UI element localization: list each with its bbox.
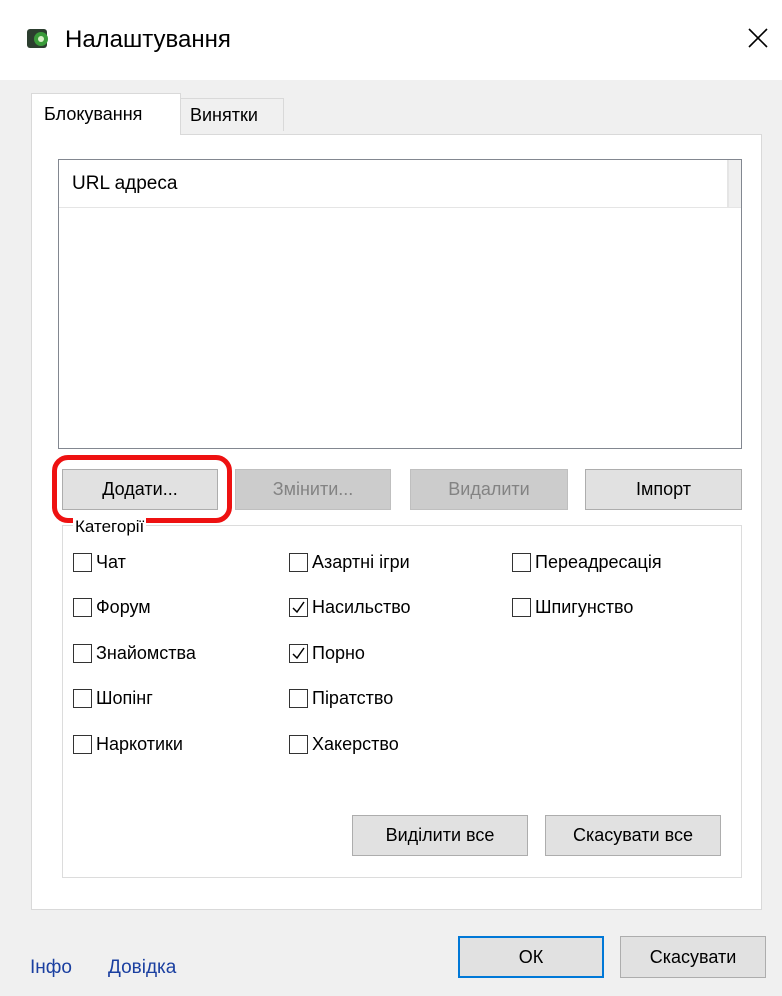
checkbox-shopping[interactable]: Шопінг [73, 688, 153, 709]
checkbox-label: Азартні ігри [312, 552, 410, 572]
close-icon[interactable] [740, 20, 776, 56]
ok-button[interactable]: ОК [458, 936, 604, 978]
url-list[interactable]: URL адреса [58, 159, 742, 449]
checkbox-chat[interactable]: Чат [73, 552, 126, 573]
tab-exceptions[interactable]: Винятки [180, 98, 284, 131]
import-button[interactable]: Імпорт [585, 469, 742, 510]
checkbox-box[interactable] [289, 598, 308, 617]
checkbox-label: Шпигунство [535, 597, 634, 617]
column-header-filler [729, 160, 741, 208]
checkbox-hacking[interactable]: Хакерство [289, 734, 399, 755]
checkbox-label: Знайомства [96, 643, 196, 663]
checkbox-piracy[interactable]: Піратство [289, 688, 393, 709]
checkbox-box[interactable] [73, 644, 92, 663]
window-title: Налаштування [65, 26, 231, 53]
checkbox-label: Наркотики [96, 734, 183, 754]
checkbox-label: Чат [96, 552, 126, 572]
checkbox-label: Піратство [312, 688, 394, 708]
checkbox-label: Насильство [312, 597, 411, 617]
checkbox-drugs[interactable]: Наркотики [73, 734, 183, 755]
column-header-url[interactable]: URL адреса [59, 160, 729, 208]
checkbox-box[interactable] [73, 598, 92, 617]
checkbox-gambling[interactable]: Азартні ігри [289, 552, 410, 573]
checkbox-spyware[interactable]: Шпигунство [512, 597, 633, 618]
add-button-highlight [52, 455, 232, 523]
cancel-button[interactable]: Скасувати [620, 936, 766, 978]
checkbox-box[interactable] [289, 553, 308, 572]
edit-button[interactable]: Змінити... [235, 469, 391, 510]
categories-label: Категорії [73, 518, 147, 538]
help-link[interactable]: Довідка [108, 957, 176, 979]
checkbox-box[interactable] [73, 735, 92, 754]
checkbox-box[interactable] [289, 644, 308, 663]
checkbox-label: Переадресація [535, 552, 662, 572]
checkbox-box[interactable] [289, 689, 308, 708]
checkbox-label: Шопінг [96, 688, 153, 708]
app-icon [27, 29, 48, 48]
title-bar: Налаштування [0, 0, 782, 80]
checkbox-porn[interactable]: Порно [289, 643, 365, 664]
checkbox-box[interactable] [512, 598, 531, 617]
tab-blocking[interactable]: Блокування [31, 93, 181, 135]
delete-button[interactable]: Видалити [410, 469, 568, 510]
checkbox-label: Хакерство [312, 734, 399, 754]
checkmark-icon [292, 647, 305, 660]
checkbox-violence[interactable]: Насильство [289, 597, 411, 618]
checkbox-box[interactable] [73, 553, 92, 572]
checkbox-redirect[interactable]: Переадресація [512, 552, 662, 573]
checkbox-forum[interactable]: Форум [73, 597, 151, 618]
select-all-button[interactable]: Виділити все [352, 815, 528, 856]
checkbox-box[interactable] [73, 689, 92, 708]
deselect-all-button[interactable]: Скасувати все [545, 815, 721, 856]
checkmark-icon [292, 601, 305, 614]
checkbox-label: Порно [312, 643, 365, 663]
checkbox-label: Форум [96, 597, 151, 617]
info-link[interactable]: Інфо [30, 957, 72, 979]
checkbox-box[interactable] [512, 553, 531, 572]
checkbox-dating[interactable]: Знайомства [73, 643, 196, 664]
checkbox-box[interactable] [289, 735, 308, 754]
